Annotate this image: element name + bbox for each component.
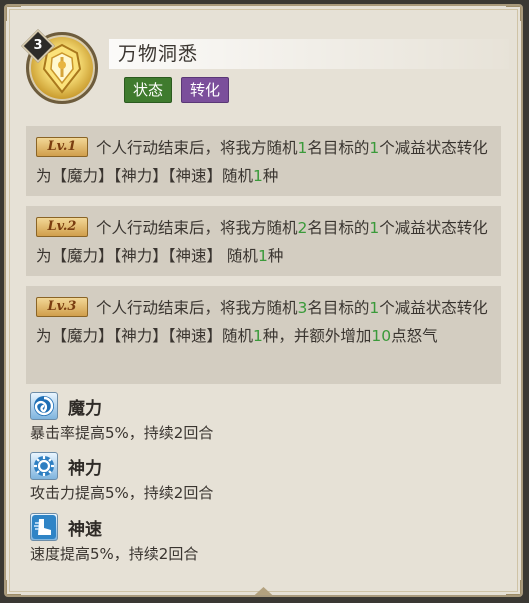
buff-name: 神力 (68, 459, 102, 479)
desc-text: 种，并额外增加 (262, 327, 372, 345)
buff-description: 暴击率提高5%，持续2回合 (30, 424, 214, 442)
buff-entry-power: 神力 攻击力提高5%，持续2回合 (30, 452, 430, 508)
desc-number: 2 (297, 219, 308, 237)
desc-text: 名目标的 (307, 299, 370, 317)
corner-ornament (6, 580, 21, 595)
level-description-1: Lv.1 个人行动结束后，将我方随机1名目标的1个减益状态转化为【魔力】【神力】【… (26, 126, 501, 196)
level-badge: Lv.1 (36, 137, 88, 157)
swirl-icon (30, 392, 58, 420)
buff-name: 魔力 (68, 399, 102, 419)
sun-gear-icon (30, 452, 58, 480)
winged-boot-icon (30, 513, 58, 541)
desc-text: 个人行动结束后，将我方随机 (96, 299, 298, 317)
buff-entry-magic: 魔力 暴击率提高5%，持续2回合 (30, 392, 430, 448)
skill-level-number: 3 (33, 38, 43, 53)
tag-state: 状态 (124, 77, 173, 103)
desc-text: 个人行动结束后，将我方随机 (96, 219, 298, 237)
desc-text: 名目标的 (307, 139, 370, 157)
desc-number: 1 (297, 139, 308, 157)
desc-text: 点怒气 (391, 327, 438, 345)
buff-name: 神速 (68, 520, 102, 540)
desc-text: 种 (262, 167, 279, 185)
desc-number: 1 (253, 327, 263, 345)
level-description-3: Lv.3 个人行动结束后，将我方随机3名目标的1个减益状态转化为【魔力】【神力】【… (26, 286, 501, 384)
desc-number: 1 (369, 139, 380, 157)
tag-convert: 转化 (181, 77, 230, 103)
desc-number: 1 (369, 299, 380, 317)
buff-entry-speed: 神速 速度提高5%，持续2回合 (30, 513, 430, 569)
desc-text: 名目标的 (307, 219, 370, 237)
bottom-ornament (252, 587, 275, 595)
desc-number: 1 (369, 219, 380, 237)
desc-text: 种 (267, 247, 284, 265)
corner-ornament (6, 6, 21, 21)
skill-name: 万物洞悉 (118, 43, 199, 65)
desc-number: 3 (297, 299, 308, 317)
level-badge: Lv.3 (36, 297, 88, 317)
skill-tooltip-panel: 3 万物洞悉 状态 转化 Lv.1 个人行动结束后，将我方随机1名目标的1个减益状… (4, 4, 523, 597)
corner-ornament (506, 6, 521, 21)
buff-description: 攻击力提高5%，持续2回合 (30, 484, 214, 502)
buff-description: 速度提高5%，持续2回合 (30, 545, 199, 563)
level-badge: Lv.2 (36, 217, 88, 237)
desc-text: 个人行动结束后，将我方随机 (96, 139, 298, 157)
level-description-2: Lv.2 个人行动结束后，将我方随机2名目标的1个减益状态转化为【魔力】【神力】【… (26, 206, 501, 276)
desc-number: 10 (371, 327, 392, 345)
corner-ornament (506, 580, 521, 595)
desc-number: 1 (253, 167, 263, 185)
desc-number: 1 (257, 247, 268, 265)
